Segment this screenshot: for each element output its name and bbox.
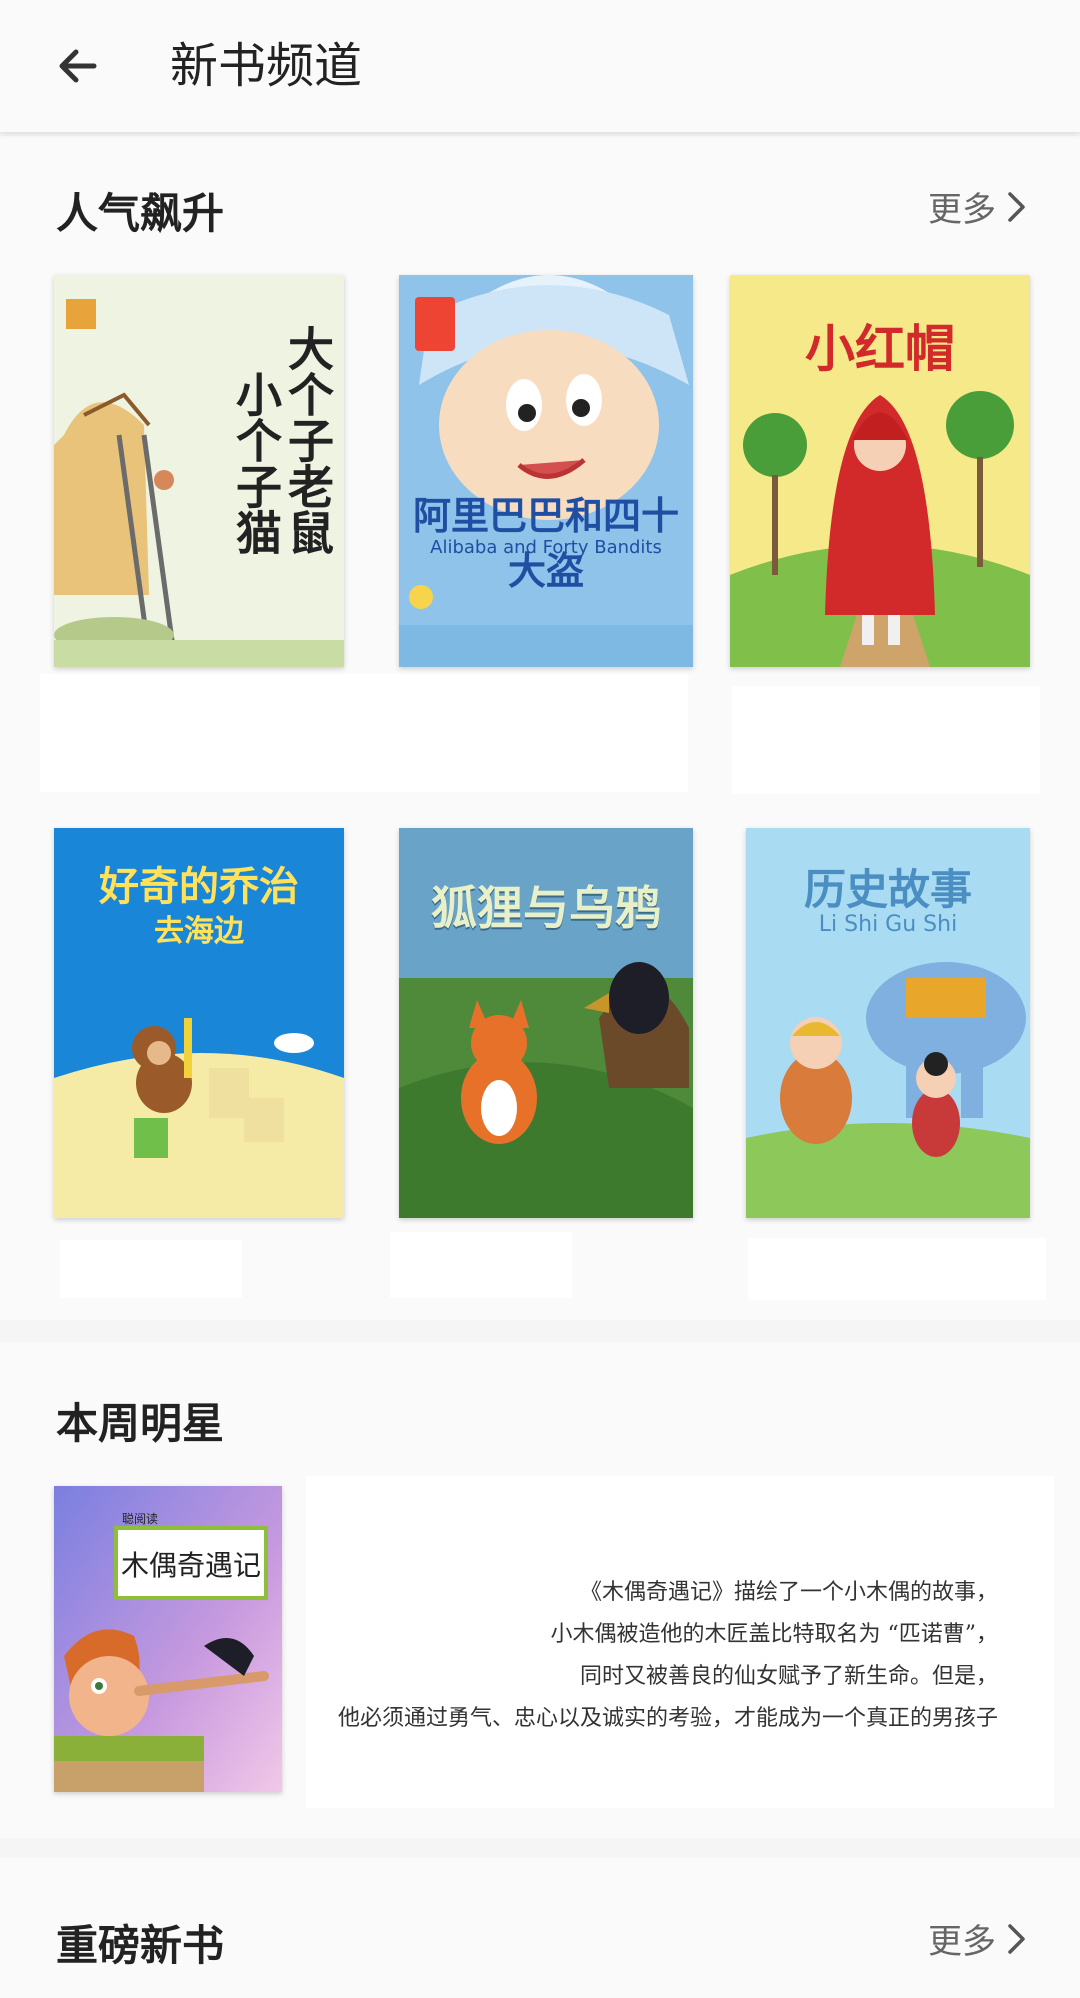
book-subtitle: Li Shi Gu Shi xyxy=(818,912,958,937)
arrow-left-icon xyxy=(59,49,97,83)
book-series-label: 聪阅读 xyxy=(122,1512,159,1526)
book-subtitle: 去海边 xyxy=(154,914,244,949)
chevron-right-icon xyxy=(1008,1923,1025,1954)
book-cover[interactable]: 大个子老鼠小个子猫 xyxy=(54,275,344,667)
book-title: 好奇的乔治 xyxy=(99,864,299,910)
chevron-right-icon xyxy=(1008,191,1025,222)
book-cover[interactable]: 阿里巴巴和四十大盗 Alibaba and Forty Bandits xyxy=(399,275,693,667)
description-line: 《木偶奇遇记》描绘了一个小木偶的故事， xyxy=(579,1580,998,1605)
book-subtitle: Alibaba and Forty Bandits xyxy=(430,537,662,558)
app-bar: 新书频道 xyxy=(0,0,1080,132)
section-title-hot: 人气飙升 xyxy=(56,189,225,238)
more-label: 更多 xyxy=(928,1922,996,1962)
more-label: 更多 xyxy=(928,190,996,230)
featured-book-cover[interactable]: 聪阅读 木偶奇遇记 xyxy=(54,1486,282,1792)
book-title: 狐狸与乌鸦 xyxy=(431,881,661,935)
hot-section: 人气飙升 更多 大个子老鼠小个子猫 阿里巴巴和四十大盗 Alibaba and … xyxy=(0,136,1080,1320)
section-title-star: 本周明星 xyxy=(56,1399,225,1448)
star-section: 本周明星 聪阅读 木偶奇遇记 《木偶奇遇记》描绘了一个小木偶的故事， 小木偶被造… xyxy=(0,1342,1080,1838)
book-caption xyxy=(40,674,688,792)
description-line: 同时又被善良的仙女赋予了新生命。但是， xyxy=(579,1664,998,1689)
book-caption xyxy=(60,1240,242,1298)
featured-book-description[interactable]: 《木偶奇遇记》描绘了一个小木偶的故事， 小木偶被造他的木匠盖比特取名为 “匹诺曹… xyxy=(306,1476,1054,1808)
description-line: 小木偶被造他的木匠盖比特取名为 “匹诺曹”， xyxy=(550,1622,999,1647)
new-section: 重磅新书 更多 xyxy=(0,1858,1080,1998)
book-caption xyxy=(732,686,1040,794)
book-caption xyxy=(390,1232,572,1298)
page-title: 新书频道 xyxy=(170,38,363,94)
book-illustration xyxy=(54,1486,282,1792)
more-button-new[interactable]: 更多 xyxy=(928,1914,1028,1963)
book-cover[interactable]: 小红帽 xyxy=(730,275,1030,667)
book-title: 小红帽 xyxy=(805,320,955,378)
book-illustration xyxy=(399,275,693,667)
book-caption xyxy=(748,1238,1046,1300)
description-line: 他必须通过勇气、忠心以及诚实的考验，才能成为一个真正的男孩子 xyxy=(337,1706,998,1731)
book-title: 历史故事 xyxy=(803,865,972,914)
book-title: 大个子老鼠小个子猫 xyxy=(229,325,335,555)
book-title: 木偶奇遇记 xyxy=(120,1549,261,1582)
more-button-hot[interactable]: 更多 xyxy=(928,182,1028,231)
section-title-new: 重磅新书 xyxy=(56,1921,225,1970)
book-cover[interactable]: 历史故事 Li Shi Gu Shi xyxy=(746,828,1030,1218)
back-button[interactable] xyxy=(48,36,108,96)
book-cover[interactable]: 狐狸与乌鸦 xyxy=(399,828,693,1218)
book-cover[interactable]: 好奇的乔治 去海边 xyxy=(54,828,344,1218)
